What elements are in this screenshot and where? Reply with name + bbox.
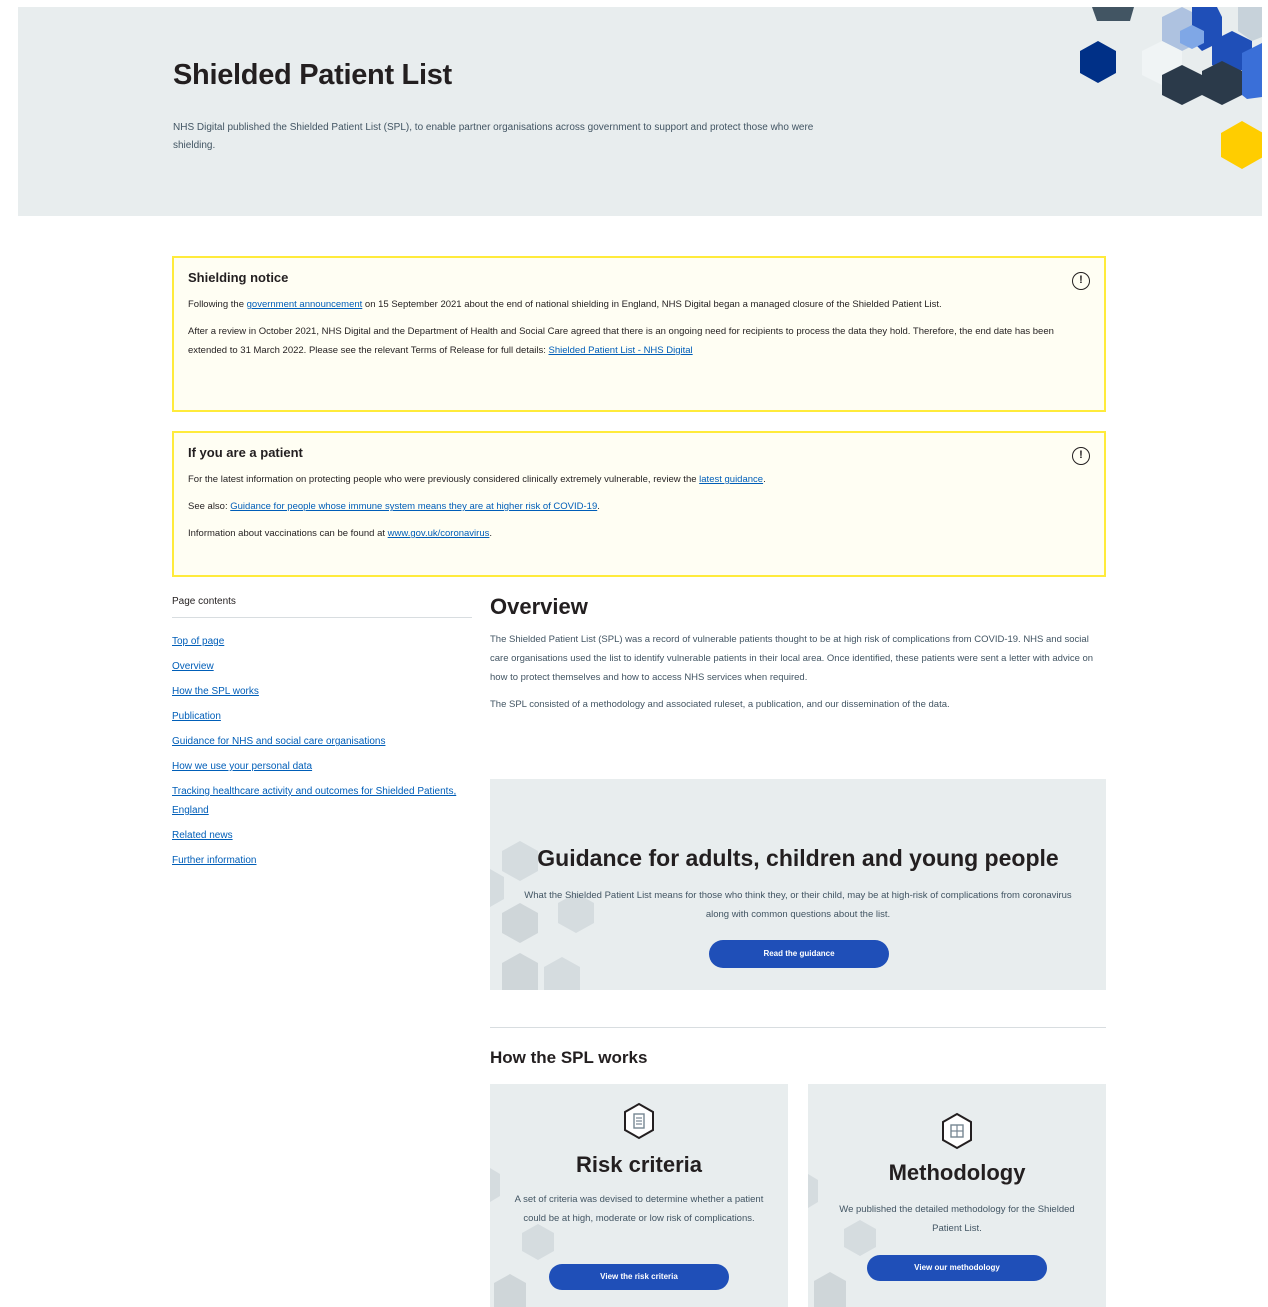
risk-criteria-description: A set of criteria was devised to determi… [514,1194,764,1224]
methodology-description: We published the detailed methodology fo… [839,1204,1075,1234]
methodology-card: Methodology We published the detailed me… [808,1084,1106,1307]
page-contents-list: Top of page Overview How the SPL works P… [172,632,472,870]
shielding-notice: Shielding notice ! Following the governm… [172,256,1106,412]
hero-banner: Shielded Patient List NHS Digital publis… [18,7,1262,216]
contents-item: Guidance for NHS and social care organis… [172,732,472,751]
shielding-notice-title: Shielding notice [188,270,289,285]
contents-item: How the SPL works [172,682,472,701]
contents-link-related-news[interactable]: Related news [172,830,233,841]
contents-link-personal-data[interactable]: How we use your personal data [172,761,312,772]
patient-notice-paragraph-1: For the latest information on protecting… [188,474,766,485]
immune-system-guidance-link[interactable]: Guidance for people whose immune system … [230,501,597,512]
overview-paragraph-2: The SPL consisted of a methodology and a… [490,699,950,710]
view-methodology-button[interactable]: View our methodology [867,1255,1047,1281]
view-risk-criteria-button[interactable]: View the risk criteria [549,1264,729,1290]
overview-paragraph-1: The Shielded Patient List (SPL) was a re… [490,634,1094,683]
guidance-promo-description: What the Shielded Patient List means for… [524,890,1072,920]
risk-criteria-card: Risk criteria A set of criteria was devi… [490,1084,788,1307]
guidance-promo: Guidance for adults, children and young … [490,779,1106,990]
decorative-cubes-graphic [1080,7,1262,169]
contents-link-overview[interactable]: Overview [172,661,214,672]
shielded-patient-list-link[interactable]: Shielded Patient List - NHS Digital [549,345,693,356]
contents-link-further-information[interactable]: Further information [172,855,256,866]
risk-criteria-title: Risk criteria [576,1152,702,1177]
guidance-promo-title: Guidance for adults, children and young … [537,845,1059,871]
shielding-notice-paragraph-1: Following the government announcement on… [188,299,942,310]
hexagon-document-icon [624,1102,654,1140]
patient-notice-paragraph-3: Information about vaccinations can be fo… [188,528,493,539]
government-announcement-link[interactable]: government announcement [247,299,363,310]
shielding-notice-paragraph-2: After a review in October 2021, NHS Digi… [188,326,1054,356]
info-icon: ! [1072,447,1090,465]
overview-title: Overview [490,594,588,619]
contents-link-publication[interactable]: Publication [172,711,221,722]
info-icon: ! [1072,272,1090,290]
contents-link-tracking-healthcare[interactable]: Tracking healthcare activity and outcome… [172,786,456,816]
section-divider [490,1027,1106,1028]
contents-item: Publication [172,707,472,726]
patient-notice: If you are a patient ! For the latest in… [172,431,1106,577]
latest-guidance-link[interactable]: latest guidance [699,474,763,485]
contents-item: Overview [172,657,472,676]
contents-link-top-of-page[interactable]: Top of page [172,636,224,647]
contents-item: How we use your personal data [172,757,472,776]
decorative-cubes-graphic [490,841,594,990]
page-contents-heading: Page contents [172,596,472,618]
overview-section: Overview The Shielded Patient List (SPL)… [490,594,1106,722]
contents-item: Further information [172,851,472,870]
contents-item: Top of page [172,632,472,651]
how-spl-works-heading: How the SPL works [490,1048,648,1067]
contents-item: Tracking healthcare activity and outcome… [172,782,472,820]
patient-notice-title: If you are a patient [188,445,303,460]
patient-notice-paragraph-2: See also: Guidance for people whose immu… [188,501,600,512]
page-contents-nav: Page contents Top of page Overview How t… [172,596,472,876]
contents-link-guidance-nhs[interactable]: Guidance for NHS and social care organis… [172,736,385,747]
hexagon-grid-icon [942,1112,972,1150]
methodology-title: Methodology [888,1160,1026,1185]
contents-link-how-spl-works[interactable]: How the SPL works [172,686,259,697]
gov-uk-coronavirus-link[interactable]: www.gov.uk/coronavirus [388,528,490,539]
page-title: Shielded Patient List [173,59,452,91]
hero-description: NHS Digital published the Shielded Patie… [173,122,814,151]
read-guidance-button[interactable]: Read the guidance [709,940,889,968]
contents-item: Related news [172,826,472,845]
